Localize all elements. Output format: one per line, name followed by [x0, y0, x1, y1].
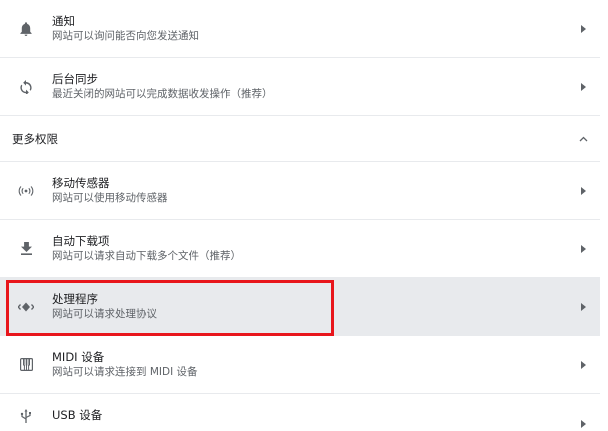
permission-title: 处理程序: [52, 291, 98, 306]
permission-title: MIDI 设备: [52, 349, 105, 364]
permission-subtitle: 网站可以请求自动下载多个文件（推荐）: [52, 249, 241, 262]
permission-title: 后台同步: [52, 71, 98, 86]
piano-icon: [18, 357, 34, 373]
chevron-right-icon: [578, 360, 588, 369]
usb-icon: [18, 408, 34, 424]
permission-row-notifications[interactable]: 通知 网站可以询问能否向您发送通知: [0, 0, 600, 58]
chevron-right-icon: [578, 186, 588, 195]
scrollbar-track[interactable]: [600, 0, 608, 431]
permission-row-midi[interactable]: MIDI 设备 网站可以请求连接到 MIDI 设备: [0, 336, 600, 394]
chevron-right-icon: [578, 244, 588, 253]
permission-row-handlers[interactable]: 处理程序 网站可以请求处理协议: [0, 278, 600, 336]
sync-icon: [18, 79, 34, 95]
chevron-right-icon: [578, 82, 588, 91]
chevron-up-icon: [579, 136, 588, 142]
permission-subtitle: 网站可以请求处理协议: [52, 307, 157, 320]
download-icon: [18, 241, 34, 257]
permission-title: USB 设备: [52, 408, 103, 422]
permission-title: 自动下载项: [52, 233, 110, 248]
chevron-right-icon: [578, 302, 588, 311]
permission-title: 通知: [52, 13, 75, 28]
bell-icon: [18, 21, 34, 37]
site-settings-panel: 通知 网站可以询问能否向您发送通知 后台同步 最近关闭的网站可以完成数据收发操作…: [0, 0, 608, 431]
permission-row-background-sync[interactable]: 后台同步 最近关闭的网站可以完成数据收发操作（推荐）: [0, 58, 600, 116]
permission-row-auto-downloads[interactable]: 自动下载项 网站可以请求自动下载多个文件（推荐）: [0, 220, 600, 278]
more-permissions-toggle[interactable]: 更多权限: [0, 116, 600, 162]
permission-title: 移动传感器: [52, 175, 110, 190]
permission-row-usb[interactable]: USB 设备: [0, 394, 600, 431]
permission-subtitle: 网站可以询问能否向您发送通知: [52, 29, 199, 42]
permission-subtitle: 最近关闭的网站可以完成数据收发操作（推荐）: [52, 87, 273, 100]
permission-row-motion-sensors[interactable]: 移动传感器 网站可以使用移动传感器: [0, 162, 600, 220]
handler-icon: [18, 299, 34, 315]
permission-subtitle: 网站可以使用移动传感器: [52, 191, 168, 204]
motion-sensor-icon: [18, 183, 34, 199]
section-label: 更多权限: [12, 131, 58, 146]
chevron-right-icon: [578, 420, 588, 428]
permission-subtitle: 网站可以请求连接到 MIDI 设备: [52, 365, 198, 378]
chevron-right-icon: [578, 24, 588, 33]
